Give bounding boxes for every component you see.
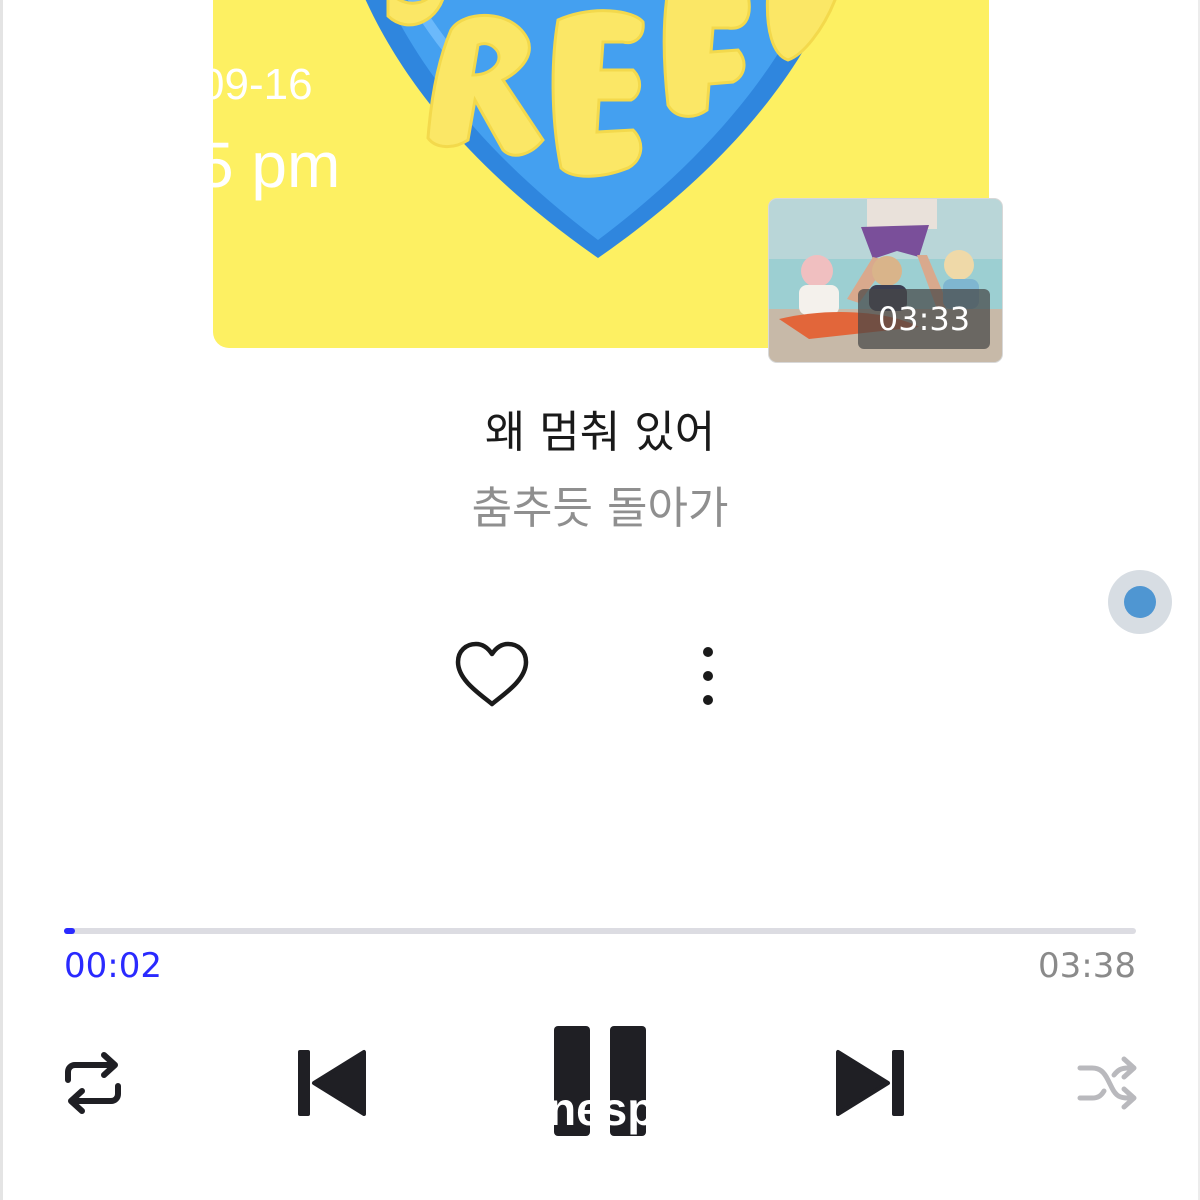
previous-icon xyxy=(298,1050,366,1116)
previous-track-button[interactable] xyxy=(292,1046,372,1120)
repeat-icon xyxy=(65,1052,121,1114)
elapsed-time: 00:02 xyxy=(64,946,162,986)
song-title: 왜 멈춰 있어 xyxy=(484,407,716,458)
repeat-button[interactable] xyxy=(58,1050,128,1116)
music-video-thumbnail[interactable]: 03:33 xyxy=(769,199,1002,362)
frame-edge xyxy=(0,0,3,1200)
heart-outline-icon xyxy=(455,641,529,707)
floating-assistive-button[interactable] xyxy=(1108,570,1172,634)
overlay-time: 5 pm xyxy=(198,129,341,201)
playback-progress-bar[interactable] xyxy=(64,928,1136,934)
shuffle-icon xyxy=(1077,1056,1137,1110)
overlay-date: 09-16 xyxy=(200,60,313,109)
more-options-button[interactable] xyxy=(688,640,728,712)
song-artist[interactable]: 춤추듯 돌아가 xyxy=(0,472,1200,536)
next-icon xyxy=(836,1050,904,1116)
next-track-button[interactable] xyxy=(830,1046,910,1120)
like-button[interactable] xyxy=(452,636,532,716)
shuffle-button[interactable] xyxy=(1076,1054,1140,1112)
total-time: 03:38 xyxy=(1038,946,1136,986)
playback-progress-fill xyxy=(64,928,75,934)
floating-dot-icon xyxy=(1124,586,1156,618)
watermark-text: nesp xyxy=(548,1083,656,1135)
vertical-dots-icon xyxy=(703,647,713,705)
video-duration-badge: 03:33 xyxy=(858,289,990,349)
